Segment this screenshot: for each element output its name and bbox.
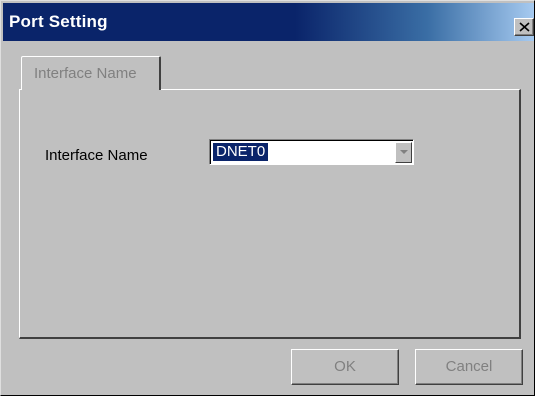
port-setting-dialog: Port Setting Interface Name Interface Na…	[0, 0, 535, 396]
cancel-button[interactable]: Cancel	[415, 349, 523, 385]
dropdown-button[interactable]	[395, 142, 412, 163]
tab-interface-name[interactable]: Interface Name	[21, 56, 161, 90]
interface-name-value: DNET0	[213, 143, 269, 161]
window-title: Port Setting	[9, 12, 108, 31]
ok-button[interactable]: OK	[291, 349, 399, 385]
tab-gap	[22, 88, 159, 91]
interface-name-select[interactable]: DNET0	[209, 139, 414, 165]
close-icon	[519, 22, 530, 32]
close-button[interactable]	[514, 18, 534, 36]
chevron-down-icon	[400, 150, 408, 154]
interface-name-label: Interface Name	[45, 147, 148, 164]
title-bar[interactable]: Port Setting	[3, 3, 534, 41]
tab-label: Interface Name	[34, 65, 137, 82]
tab-panel	[19, 89, 521, 339]
